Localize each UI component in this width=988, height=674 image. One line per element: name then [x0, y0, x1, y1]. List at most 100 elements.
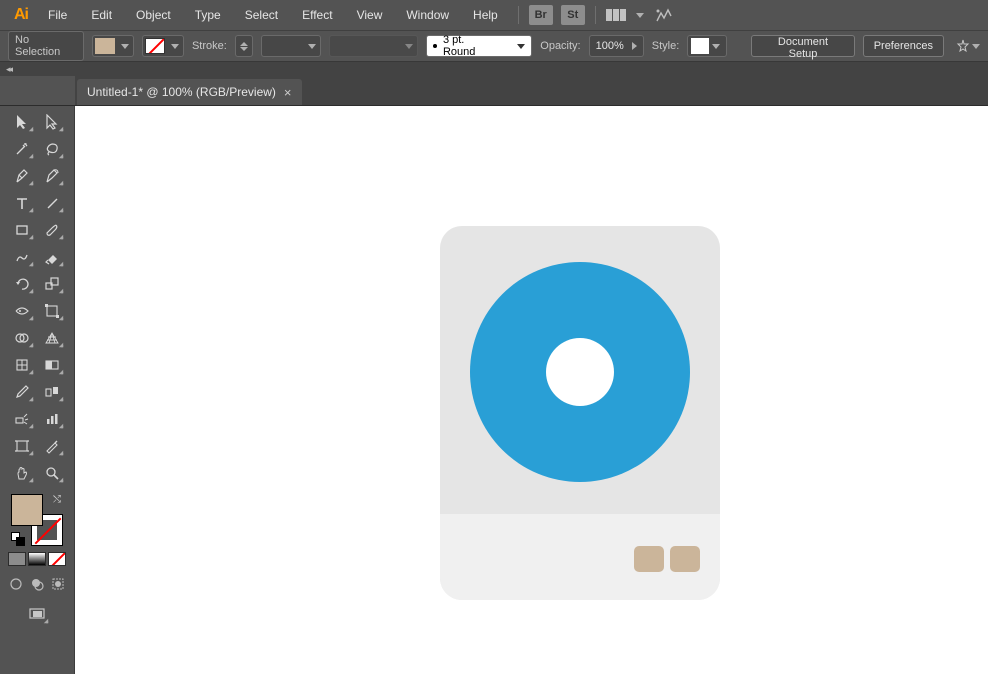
- mesh-tool[interactable]: [8, 353, 36, 377]
- document-tab[interactable]: Untitled-1* @ 100% (RGB/Preview) ×: [77, 79, 302, 105]
- artboard-tool[interactable]: [8, 434, 36, 458]
- tabbar-spacer: [0, 76, 75, 105]
- default-fill-stroke-button[interactable]: [11, 532, 25, 546]
- chevron-down-icon: [972, 44, 980, 49]
- chevron-down-icon: [517, 44, 525, 49]
- width-tool[interactable]: [8, 299, 36, 323]
- app-logo: Ai: [8, 6, 34, 24]
- menu-separator: [595, 6, 596, 24]
- column-graph-tool[interactable]: [38, 407, 66, 431]
- stroke-weight-input[interactable]: [235, 35, 253, 57]
- chevron-down-icon: [171, 44, 179, 49]
- rotate-tool[interactable]: [8, 272, 36, 296]
- hand-tool[interactable]: [8, 461, 36, 485]
- document-tabbar: Untitled-1* @ 100% (RGB/Preview) ×: [0, 76, 988, 106]
- shaper-tool[interactable]: [8, 245, 36, 269]
- art-button-2: [670, 546, 700, 572]
- none-mode-button[interactable]: [48, 552, 66, 566]
- menu-window[interactable]: Window: [396, 4, 459, 26]
- swap-fill-stroke-button[interactable]: ⤭: [53, 494, 61, 505]
- style-label: Style:: [652, 40, 680, 52]
- eraser-tool[interactable]: [38, 245, 66, 269]
- dot-icon: [433, 44, 437, 48]
- blend-tool[interactable]: [38, 380, 66, 404]
- gradient-tool[interactable]: [38, 353, 66, 377]
- canvas[interactable]: [75, 106, 988, 674]
- spinner-icon: [240, 42, 248, 51]
- opacity-label: Opacity:: [540, 40, 580, 52]
- fill-color-dropdown[interactable]: [92, 35, 134, 57]
- menu-type[interactable]: Type: [185, 4, 231, 26]
- color-mode-button[interactable]: [8, 552, 26, 566]
- curvature-tool[interactable]: [38, 164, 66, 188]
- shape-builder-tool[interactable]: [8, 326, 36, 350]
- chevron-down-icon: [712, 44, 720, 49]
- graphic-style-dropdown[interactable]: [687, 35, 727, 57]
- menu-file[interactable]: File: [38, 4, 77, 26]
- menu-separator: [518, 6, 519, 24]
- magic-wand-tool[interactable]: [8, 137, 36, 161]
- type-tool[interactable]: [8, 191, 36, 215]
- lasso-tool[interactable]: [38, 137, 66, 161]
- selection-indicator: No Selection: [8, 31, 84, 61]
- art-disc-hole: [546, 338, 614, 406]
- opacity-value: 100%: [596, 40, 624, 52]
- opacity-input[interactable]: 100%: [589, 35, 644, 57]
- workarea: ⤭: [0, 106, 988, 674]
- gradient-mode-button[interactable]: [28, 552, 46, 566]
- draw-mode-row: [7, 576, 67, 592]
- stroke-label: Stroke:: [192, 40, 227, 52]
- artwork-disk[interactable]: [440, 226, 720, 600]
- symbol-sprayer-tool[interactable]: [8, 407, 36, 431]
- document-setup-button[interactable]: Document Setup: [751, 35, 854, 57]
- tab-close-button[interactable]: ×: [284, 85, 292, 100]
- scale-tool[interactable]: [38, 272, 66, 296]
- chevron-down-icon: [308, 44, 316, 49]
- control-bar: No Selection Stroke: 3 pt. Round Opacity…: [0, 30, 988, 62]
- menu-select[interactable]: Select: [235, 4, 288, 26]
- slice-tool[interactable]: [38, 434, 66, 458]
- align-flyout-button[interactable]: [956, 39, 980, 53]
- gpu-performance-button[interactable]: [654, 7, 674, 23]
- paintbrush-tool[interactable]: [38, 218, 66, 242]
- tools-panel: ⤭: [0, 106, 75, 674]
- rectangle-tool[interactable]: [8, 218, 36, 242]
- menubar: Ai File Edit Object Type Select Effect V…: [0, 0, 988, 30]
- stock-button[interactable]: St: [561, 5, 585, 25]
- pen-tool[interactable]: [8, 164, 36, 188]
- stroke-swatch: [145, 38, 165, 54]
- panel-collapse-handle[interactable]: ◂◂: [0, 62, 988, 76]
- stroke-color-dropdown[interactable]: [142, 35, 184, 57]
- line-segment-tool[interactable]: [38, 191, 66, 215]
- menu-help[interactable]: Help: [463, 4, 508, 26]
- zoom-tool[interactable]: [38, 461, 66, 485]
- preferences-button[interactable]: Preferences: [863, 35, 944, 57]
- eyedropper-tool[interactable]: [8, 380, 36, 404]
- free-transform-tool[interactable]: [38, 299, 66, 323]
- arrange-documents-button[interactable]: [606, 9, 626, 21]
- style-swatch: [691, 38, 709, 54]
- chevron-down-icon: [636, 13, 644, 18]
- screen-mode-button[interactable]: [23, 602, 51, 626]
- menu-effect[interactable]: Effect: [292, 4, 342, 26]
- fill-proxy[interactable]: [11, 494, 43, 526]
- fill-stroke-proxy[interactable]: ⤭: [11, 494, 63, 546]
- color-mode-row: [8, 552, 66, 566]
- direct-selection-tool[interactable]: [38, 110, 66, 134]
- document-tab-title: Untitled-1* @ 100% (RGB/Preview): [87, 85, 276, 99]
- draw-normal-button[interactable]: [7, 576, 25, 592]
- brush-definition-dropdown[interactable]: [329, 35, 418, 57]
- variable-width-profile-dropdown[interactable]: [261, 35, 321, 57]
- bridge-button[interactable]: Br: [529, 5, 553, 25]
- profile-label: 3 pt. Round: [443, 34, 499, 58]
- width-profile-dropdown[interactable]: 3 pt. Round: [426, 35, 532, 57]
- selection-tool[interactable]: [8, 110, 36, 134]
- menu-edit[interactable]: Edit: [81, 4, 122, 26]
- draw-inside-button[interactable]: [49, 576, 67, 592]
- chevron-right-icon: [632, 42, 637, 50]
- perspective-grid-tool[interactable]: [38, 326, 66, 350]
- menu-object[interactable]: Object: [126, 4, 181, 26]
- menu-view[interactable]: View: [347, 4, 393, 26]
- draw-behind-button[interactable]: [28, 576, 46, 592]
- chevron-down-icon: [121, 44, 129, 49]
